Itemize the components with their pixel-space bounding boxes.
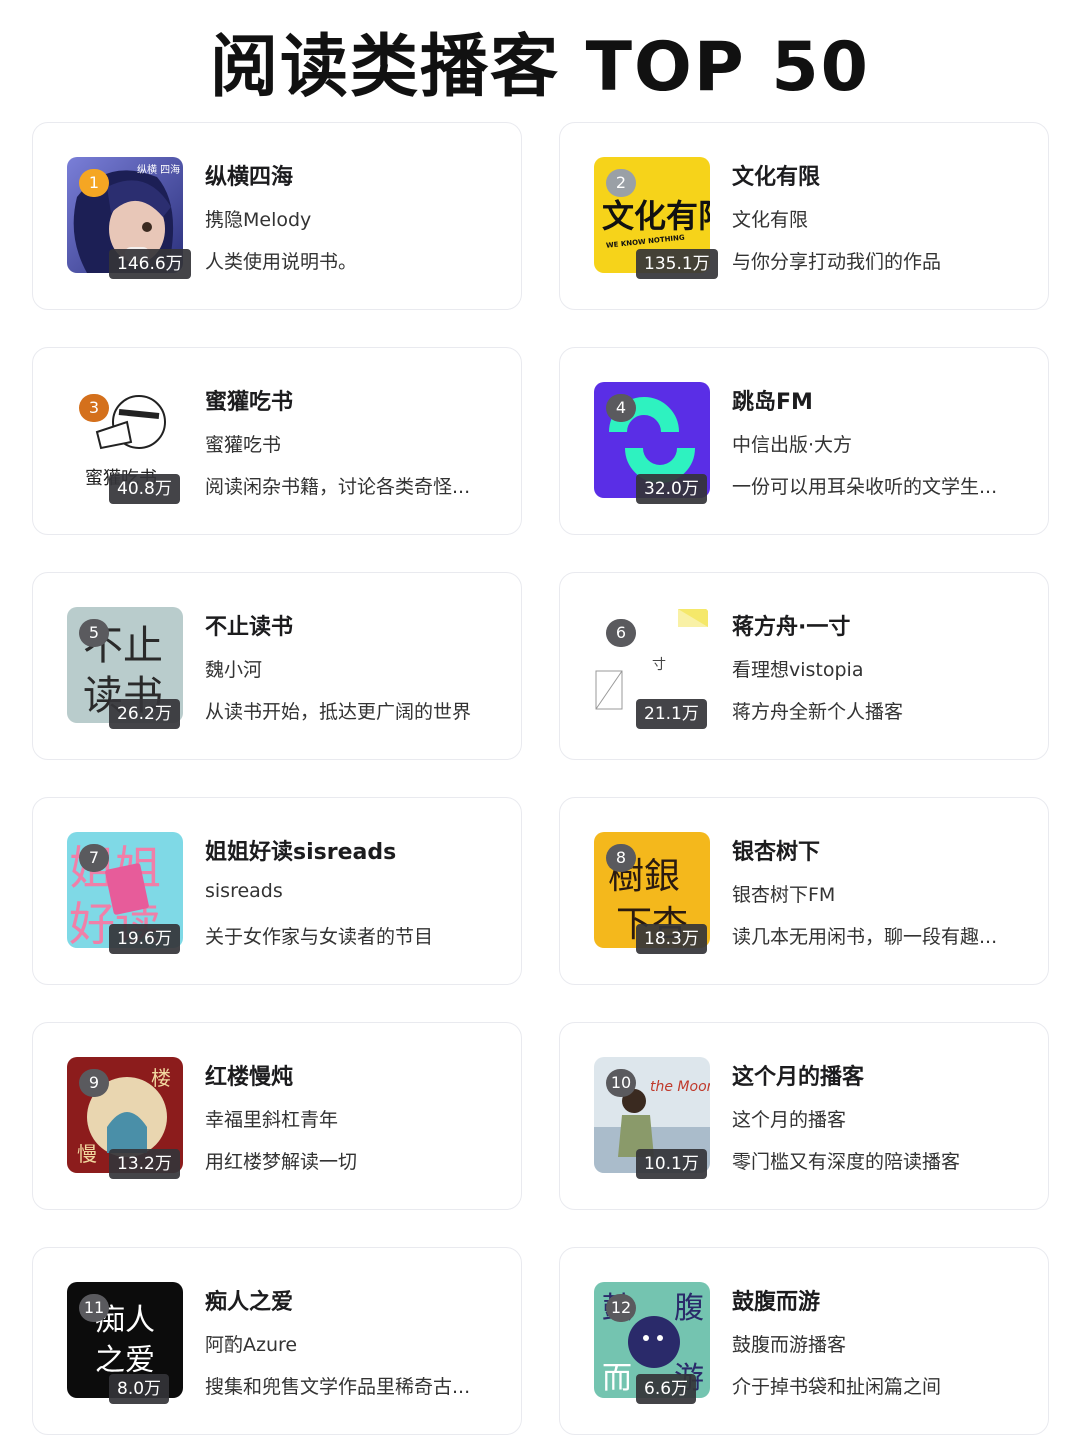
svg-text:腹: 腹 — [674, 1291, 704, 1326]
podcast-author: 蜜獾吃书 — [205, 434, 282, 456]
podcast-author: 阿酌Azure — [205, 1334, 298, 1356]
svg-text:寸: 寸 — [652, 657, 666, 673]
play-count: 40.8万 — [109, 474, 180, 504]
svg-text:文化有限: 文化有限 — [602, 197, 710, 235]
podcast-author: sisreads — [205, 880, 283, 902]
podcast-card[interactable]: 樹銀下杏818.3万银杏树下银杏树下FM读几本无用闲书，聊一段有趣... — [559, 797, 1049, 985]
play-count: 6.6万 — [636, 1374, 697, 1404]
podcast-card[interactable]: 痴人 之爱 11 8.0万 痴人之爱 阿酌Azure 搜集和兜售文学作品里稀奇古... — [32, 1247, 522, 1435]
podcast-author: 中信出版·大方 — [732, 434, 853, 456]
svg-text:楼: 楼 — [151, 1066, 171, 1090]
svg-text:之爱: 之爱 — [95, 1343, 155, 1378]
podcast-description: 关于女作家与女读者的节目 — [205, 926, 434, 948]
podcast-author: 鼓腹而游播客 — [732, 1334, 847, 1356]
rank-badge: 6 — [606, 619, 636, 647]
svg-text:而: 而 — [602, 1361, 632, 1396]
podcast-author: 幸福里斜杠青年 — [205, 1109, 339, 1131]
podcast-description: 从读书开始，抵达更广阔的世界 — [205, 701, 472, 723]
play-count: 19.6万 — [109, 924, 180, 954]
rank-badge: 8 — [606, 844, 636, 872]
rank-badge: 3 — [79, 394, 109, 422]
podcast-name[interactable]: 蒋方舟·一寸 — [732, 609, 850, 641]
play-count: 8.0万 — [109, 1374, 170, 1404]
play-count: 135.1万 — [636, 249, 718, 279]
svg-text:慢: 慢 — [77, 1142, 97, 1166]
podcast-description: 搜集和兜售文学作品里稀奇古... — [205, 1376, 471, 1398]
podcast-card[interactable]: 4 32.0万 跳岛FM 中信出版·大方一份可以用耳朵收听的文学生... — [559, 347, 1049, 535]
podcast-description: 读几本无用闲书，聊一段有趣... — [732, 926, 998, 948]
podcast-name[interactable]: 文化有限 — [732, 159, 820, 191]
podcast-author: 看理想vistopia — [732, 659, 864, 681]
podcast-name[interactable]: 蜜獾吃书 — [205, 384, 293, 416]
rank-badge: 9 — [79, 1069, 109, 1097]
podcast-card[interactable]: 寸 6 21.1万 蒋方舟·一寸看理想vistopia 蒋方舟全新个人播客 — [559, 572, 1049, 760]
podcast-card[interactable]: 不止 读书 5 26.2万 不止读书 魏小河 从读书开始，抵达更广阔的世界 — [32, 572, 522, 760]
podcast-card[interactable]: 姐姐 好读 7 19.6万 姐姐好读sisreads sisreads 关于女作家与女读者的… — [32, 797, 522, 985]
podcast-name[interactable]: 不止读书 — [205, 609, 293, 641]
podcast-description: 蒋方舟全新个人播客 — [732, 701, 904, 723]
podcast-card[interactable]: 纵横 四海 1 146.6万 纵横四海携隐Melody 人类使用说明书。 — [32, 122, 522, 310]
podcast-card[interactable]: 蜜獾吃书340.8万蜜獾吃书蜜獾吃书阅读闲杂书籍，讨论各类奇怪... — [32, 347, 522, 535]
podcast-description: 阅读闲杂书籍，讨论各类奇怪... — [205, 476, 471, 498]
rank-badge: 10 — [606, 1069, 636, 1097]
rank-badge: 2 — [606, 169, 636, 197]
podcast-card[interactable]: 楼慢 9 13.2万 红楼慢炖幸福里斜杠青年 用红楼梦解读一切 — [32, 1022, 522, 1210]
play-count: 13.2万 — [109, 1149, 180, 1179]
podcast-description: 介于掉书袋和扯闲篇之间 — [732, 1376, 942, 1398]
podcast-description: 人类使用说明书。 — [205, 251, 358, 273]
play-count: 146.6万 — [109, 249, 191, 279]
podcast-name[interactable]: 这个月的播客 — [732, 1059, 864, 1091]
podcast-description: 一份可以用耳朵收听的文学生... — [732, 476, 998, 498]
podcast-name[interactable]: 痴人之爱 — [205, 1284, 293, 1316]
svg-text:纵横 四海: 纵横 四海 — [137, 163, 180, 176]
rank-badge: 5 — [79, 619, 109, 647]
play-count: 10.1万 — [636, 1149, 707, 1179]
podcast-author: 这个月的播客 — [732, 1109, 847, 1131]
podcast-description: 零门槛又有深度的陪读播客 — [732, 1151, 961, 1173]
podcast-author: 携隐Melody — [205, 209, 312, 231]
svg-text:the Moon: the Moon — [650, 1079, 710, 1095]
podcast-name[interactable]: 姐姐好读sisreads — [205, 834, 396, 866]
play-count: 21.1万 — [636, 699, 707, 729]
page-title: 阅读类播客 TOP 50 — [209, 28, 870, 107]
podcast-name[interactable]: 鼓腹而游 — [732, 1284, 820, 1316]
rank-badge: 1 — [79, 169, 109, 197]
podcast-name[interactable]: 纵横四海 — [205, 159, 293, 191]
play-count: 26.2万 — [109, 699, 180, 729]
podcast-author: 魏小河 — [205, 659, 263, 681]
play-count: 32.0万 — [636, 474, 707, 504]
rank-badge: 12 — [606, 1294, 636, 1322]
podcast-name[interactable]: 红楼慢炖 — [205, 1059, 293, 1091]
podcast-name[interactable]: 银杏树下 — [732, 834, 820, 866]
podcast-description: 用红楼梦解读一切 — [205, 1151, 358, 1173]
podcast-card[interactable]: 文化有限WE KNOW NOTHING2135.1万文化有限文化有限与你分享打动… — [559, 122, 1049, 310]
rank-badge: 11 — [79, 1294, 109, 1322]
podcast-name[interactable]: 跳岛FM — [732, 384, 813, 416]
podcast-author: 银杏树下FM — [732, 884, 836, 906]
podcast-card[interactable]: 鼓腹而游126.6万鼓腹而游鼓腹而游播客介于掉书袋和扯闲篇之间 — [559, 1247, 1049, 1435]
podcast-card[interactable]: the Moon 10 10.1万 这个月的播客 这个月的播客 零门槛又有深度的陪读播客 — [559, 1022, 1049, 1210]
rank-badge: 7 — [79, 844, 109, 872]
podcast-description: 与你分享打动我们的作品 — [732, 251, 942, 273]
rank-badge: 4 — [606, 394, 636, 422]
podcast-author: 文化有限 — [732, 209, 809, 231]
play-count: 18.3万 — [636, 924, 707, 954]
